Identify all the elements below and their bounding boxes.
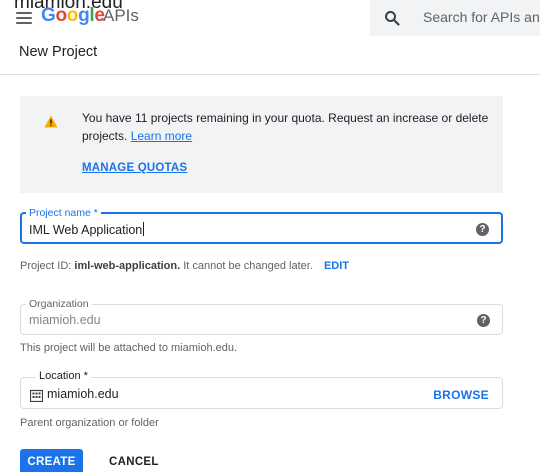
search-bar[interactable]: Search for APIs and [370, 0, 540, 36]
project-id-hint: Project ID: iml-web-application. It cann… [20, 260, 349, 272]
logo-suffix: APIs [103, 6, 139, 25]
location-value: miamioh.edu [47, 387, 119, 401]
app-bar: Google APIs Search for APIs and [0, 0, 540, 38]
cancel-button[interactable]: CANCEL [99, 449, 169, 472]
organization-value: miamioh.edu [29, 313, 101, 327]
help-icon[interactable]: ? [477, 314, 490, 327]
browse-button[interactable]: BROWSE [433, 388, 489, 402]
hamburger-icon[interactable] [16, 12, 32, 24]
warning-icon [44, 115, 58, 128]
organization-field[interactable]: Organization miamioh.edu ? [20, 298, 503, 335]
building-icon [30, 389, 43, 402]
search-icon[interactable] [384, 10, 400, 26]
project-name-input[interactable]: IML Web Application [29, 222, 145, 237]
location-label: Location * [36, 370, 91, 382]
search-placeholder[interactable]: Search for APIs and [423, 9, 540, 25]
project-name-field[interactable]: Project name * IML Web Application ? [20, 207, 503, 244]
google-logo[interactable]: Google [41, 5, 105, 27]
title-divider [0, 74, 540, 75]
create-button[interactable]: CREATE [20, 449, 83, 472]
edit-project-id-button[interactable]: EDIT [324, 260, 349, 272]
location-field[interactable]: Location * miamioh.edu BROWSE [20, 370, 503, 409]
project-name-label: Project name * [26, 207, 101, 219]
location-hint: Parent organization or folder [20, 417, 159, 429]
organization-label: Organization [26, 298, 92, 310]
learn-more-link[interactable]: Learn more [131, 129, 192, 143]
text-caret [143, 222, 145, 236]
quota-message: You have 11 projects remaining in your q… [82, 111, 489, 143]
organization-hint: This project will be attached to miamioh… [20, 342, 238, 354]
manage-quotas-link[interactable]: MANAGE QUOTAS [82, 162, 187, 174]
page-title: New Project [19, 44, 98, 60]
quota-notice: You have 11 projects remaining in your q… [20, 96, 503, 193]
help-icon[interactable]: ? [476, 223, 489, 236]
